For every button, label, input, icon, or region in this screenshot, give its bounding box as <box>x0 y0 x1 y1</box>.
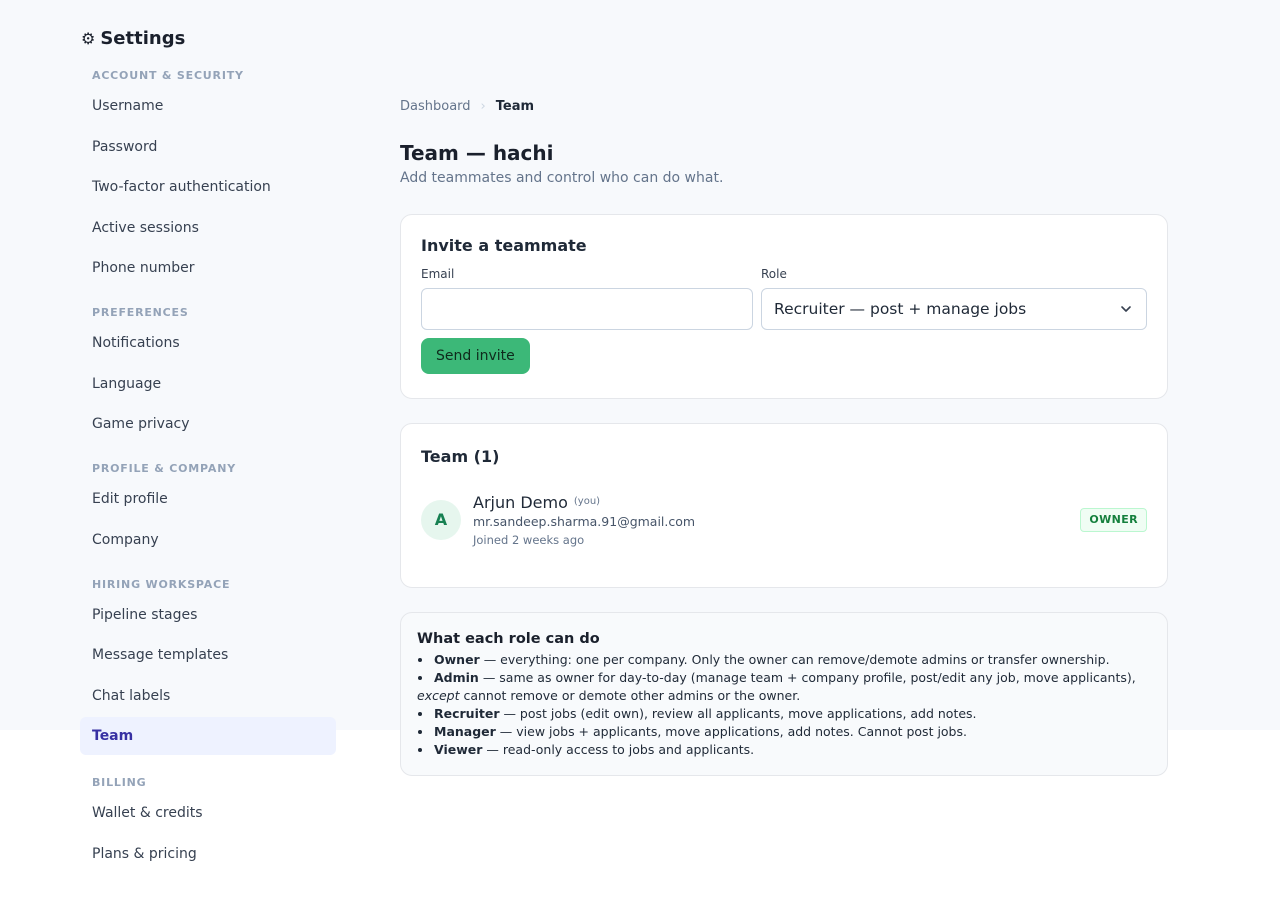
role-desc-manager: — view jobs + applicants, move applicati… <box>495 724 967 739</box>
invite-card-title: Invite a teammate <box>421 236 587 255</box>
role-field-group: Role Recruiter — post + manage jobs <box>761 267 1147 330</box>
email-label: Email <box>421 267 455 281</box>
invite-card: Invite a teammate Email Role Recruiter —… <box>400 214 1168 399</box>
role-item-viewer: Viewer — read-only access to jobs and ap… <box>417 741 1151 759</box>
roles-list: Owner — everything: one per company. Onl… <box>417 651 1151 759</box>
sidebar-item-language[interactable]: Language <box>80 365 336 403</box>
sidebar-item-wallet-credits[interactable]: Wallet & credits <box>80 794 336 832</box>
invite-form-row: Email Role Recruiter — post + manage job… <box>421 267 1147 330</box>
page-title: Team — hachi <box>400 141 554 165</box>
owner-role-badge: OWNER <box>1080 507 1147 532</box>
sidebar-item-team[interactable]: Team <box>80 717 336 755</box>
role-name-viewer: Viewer <box>434 742 483 757</box>
breadcrumb-dashboard-link[interactable]: Dashboard <box>400 99 471 114</box>
role-desc-admin-except: cannot remove or demote other admins or … <box>459 688 801 703</box>
you-tag: (you) <box>573 495 601 507</box>
chevron-down-icon <box>1121 306 1131 312</box>
member-name: Arjun Demo <box>473 492 568 512</box>
sidebar-item-active-sessions[interactable]: Active sessions <box>80 209 336 247</box>
role-desc-admin: — same as owner for day-to-day (manage t… <box>478 670 1136 685</box>
role-name-manager: Manager <box>434 724 496 739</box>
team-card: Team (1) A Arjun Demo (you) mr.sandeep.sh… <box>400 423 1168 588</box>
sidebar-item-password[interactable]: Password <box>80 128 336 166</box>
chevron-right-icon: › <box>480 98 486 114</box>
role-desc-recruiter: — post jobs (edit own), review all appli… <box>499 706 977 721</box>
main-content: Dashboard › Team Team — hachi Add teamma… <box>400 96 1168 776</box>
breadcrumb: Dashboard › Team <box>400 96 1168 116</box>
section-label-preferences: PREFERENCES <box>92 306 189 319</box>
role-name-admin: Admin <box>434 670 479 685</box>
section-label-hiring-workspace: HIRING WORKSPACE <box>92 577 231 591</box>
send-invite-button[interactable]: Send invite <box>421 338 530 374</box>
section-label-billing: BILLING <box>92 776 147 789</box>
role-item-recruiter: Recruiter — post jobs (edit own), review… <box>417 705 1151 723</box>
sidebar-item-message-templates[interactable]: Message templates <box>80 636 336 674</box>
settings-sidebar: ⚙ Settings ACCOUNT & SECURITY Username P… <box>80 26 336 873</box>
role-select[interactable]: Recruiter — post + manage jobs <box>761 288 1147 330</box>
roles-info-title: What each role can do <box>417 631 600 647</box>
team-member-row: A Arjun Demo (you) mr.sandeep.sharma.91@g… <box>421 492 1147 547</box>
role-name-recruiter: Recruiter <box>434 706 500 721</box>
member-joined: Joined 2 weeks ago <box>473 532 585 547</box>
role-name-owner: Owner <box>434 652 480 667</box>
avatar: A <box>421 499 461 540</box>
member-info: Arjun Demo (you) mr.sandeep.sharma.91@gma… <box>473 492 1080 548</box>
section-label-profile-company: PROFILE & COMPANY <box>92 462 236 475</box>
role-item-admin-continued: except cannot remove or demote other adm… <box>417 687 1151 705</box>
role-item-owner: Owner — everything: one per company. Onl… <box>417 651 1151 669</box>
role-item-admin: Admin — same as owner for day-to-day (ma… <box>417 669 1151 687</box>
sidebar-item-username[interactable]: Username <box>80 87 336 125</box>
role-desc-viewer: — read-only access to jobs and applicant… <box>482 742 755 757</box>
member-email: mr.sandeep.sharma.91@gmail.com <box>473 513 696 529</box>
team-card-title: Team (1) <box>421 447 500 466</box>
gear-icon: ⚙ <box>81 28 96 48</box>
role-item-manager: Manager — view jobs + applicants, move a… <box>417 723 1151 741</box>
roles-info-card: What each role can do Owner — everything… <box>400 612 1168 776</box>
email-field[interactable] <box>421 288 753 330</box>
sidebar-item-phone-number[interactable]: Phone number <box>80 249 336 287</box>
sidebar-item-notifications[interactable]: Notifications <box>80 324 336 362</box>
sidebar-item-pipeline-stages[interactable]: Pipeline stages <box>80 596 336 634</box>
member-name-line: Arjun Demo (you) <box>473 492 1080 512</box>
sidebar-item-plans-pricing[interactable]: Plans & pricing <box>80 835 336 873</box>
role-admin-except-word: except <box>417 688 460 703</box>
role-select-value: Recruiter — post + manage jobs <box>774 300 1027 318</box>
sidebar-title-text: Settings <box>100 27 186 49</box>
role-label: Role <box>761 267 787 281</box>
sidebar-item-two-factor[interactable]: Two-factor authentication <box>80 168 336 206</box>
page-subtitle: Add teammates and control who can do wha… <box>400 170 724 186</box>
breadcrumb-current: Team <box>495 98 535 114</box>
sidebar-title: ⚙ Settings <box>81 26 336 50</box>
section-label-account-security: ACCOUNT & SECURITY <box>92 69 244 82</box>
sidebar-item-edit-profile[interactable]: Edit profile <box>80 480 336 518</box>
role-desc-owner: — everything: one per company. Only the … <box>479 652 1110 667</box>
email-field-group: Email <box>421 267 753 330</box>
sidebar-item-game-privacy[interactable]: Game privacy <box>80 405 336 443</box>
sidebar-item-company[interactable]: Company <box>80 521 336 559</box>
sidebar-item-chat-labels[interactable]: Chat labels <box>80 677 336 715</box>
